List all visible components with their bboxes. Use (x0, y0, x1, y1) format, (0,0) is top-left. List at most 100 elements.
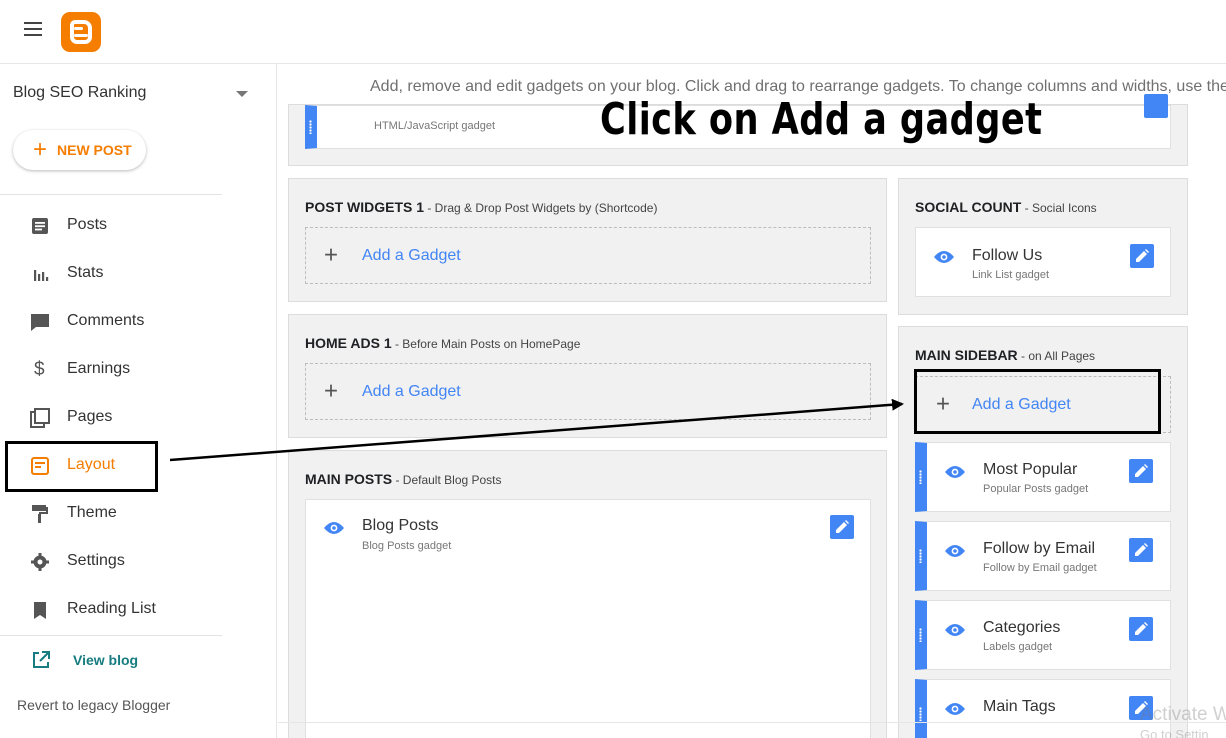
divider (0, 635, 222, 636)
add-gadget-label: Add a Gadget (362, 382, 461, 400)
add-gadget-button[interactable]: + Add a Gadget (305, 227, 871, 284)
blog-selector[interactable]: Blog SEO Ranking (13, 84, 253, 104)
gadget-title: Follow by Email (983, 540, 1096, 557)
section-title-text: HOME ADS 1 (305, 335, 392, 351)
most-popular-gadget[interactable]: Most Popular Popular Posts gadget (915, 442, 1171, 512)
plus-icon: + (324, 240, 339, 268)
sidebar-item-label: Earnings (67, 360, 131, 377)
drag-handle-icon[interactable] (919, 707, 922, 721)
activation-watermark: Activate W (1140, 704, 1226, 725)
gadget-title: Blog Posts (362, 517, 439, 534)
eye-icon[interactable] (933, 250, 955, 264)
eye-icon[interactable] (944, 465, 966, 479)
main-tags-gadget[interactable]: Main Tags (915, 679, 1171, 738)
activation-watermark-sub: Go to Settin (1140, 727, 1209, 738)
blog-posts-gadget[interactable]: Blog Posts Blog Posts gadget (305, 499, 871, 738)
edit-icon[interactable] (1130, 244, 1154, 268)
new-post-label: NEW POST (57, 142, 132, 158)
add-gadget-label: Add a Gadget (362, 246, 461, 264)
edit-icon[interactable] (1144, 94, 1168, 118)
section-title: SOCIAL COUNT - Social Icons (915, 199, 1097, 215)
gadget-subtitle: Popular Posts gadget (983, 483, 1089, 495)
gadget-subtitle: Follow by Email gadget (983, 562, 1097, 574)
view-blog-label: View blog (73, 652, 139, 668)
sidebar: Blog SEO Ranking + NEW POST Posts Stats … (0, 64, 277, 738)
add-gadget-label: Add a Gadget (972, 395, 1071, 413)
edit-icon[interactable] (1129, 617, 1153, 641)
plus-icon: + (324, 376, 339, 404)
sidebar-item-posts[interactable]: Posts (0, 206, 222, 246)
plus-icon: + (936, 389, 951, 417)
drag-handle-icon[interactable] (309, 120, 312, 134)
section-home-ads: HOME ADS 1 - Before Main Posts on HomePa… (288, 314, 887, 438)
blog-name: Blog SEO Ranking (13, 84, 147, 101)
section-title-text: POST WIDGETS 1 (305, 199, 425, 215)
pages-icon (30, 408, 50, 428)
eye-icon[interactable] (944, 623, 966, 637)
sidebar-item-stats[interactable]: Stats (0, 254, 222, 294)
new-post-button[interactable]: + NEW POST (13, 130, 146, 170)
comments-icon (31, 314, 49, 331)
gadget-subtitle: Blog Posts gadget (362, 540, 452, 552)
blogger-logo-icon[interactable] (61, 12, 101, 52)
add-gadget-button[interactable]: + Add a Gadget (305, 363, 871, 420)
sidebar-item-pages[interactable]: Pages (0, 398, 222, 438)
settings-icon (31, 553, 49, 571)
eye-icon[interactable] (944, 702, 966, 716)
edit-icon[interactable] (830, 515, 854, 539)
sidebar-item-theme[interactable]: Theme (0, 494, 222, 534)
sidebar-item-label: Stats (67, 264, 104, 281)
drag-handle-icon[interactable] (919, 628, 922, 642)
theme-icon (32, 505, 48, 523)
divider (278, 722, 1226, 723)
section-title: MAIN SIDEBAR - on All Pages (915, 347, 1095, 363)
annotation-text: Click on Add a gadget (600, 94, 1043, 145)
view-blog-link[interactable]: View blog (0, 647, 222, 677)
sidebar-item-reading-list[interactable]: Reading List (0, 590, 222, 630)
section-title: MAIN POSTS - Default Blog Posts (305, 471, 502, 487)
section-main-sidebar: MAIN SIDEBAR - on All Pages + Add a Gadg… (898, 326, 1188, 738)
edit-icon[interactable] (1129, 459, 1153, 483)
drag-handle-icon[interactable] (919, 549, 922, 563)
sidebar-item-comments[interactable]: Comments (0, 302, 222, 342)
add-gadget-button[interactable]: + Add a Gadget (915, 376, 1171, 433)
bookmark-icon (34, 602, 46, 619)
section-title-text: MAIN SIDEBAR (915, 347, 1018, 363)
layout-editor: Add, remove and edit gadgets on your blo… (278, 64, 1226, 738)
section-title: POST WIDGETS 1 - Drag & Drop Post Widget… (305, 199, 657, 215)
gadget-subtitle: HTML/JavaScript gadget (374, 120, 496, 132)
follow-us-gadget[interactable]: Follow Us Link List gadget (915, 227, 1171, 297)
section-main-posts: MAIN POSTS - Default Blog Posts Blog Pos… (288, 450, 887, 738)
eye-icon[interactable] (323, 521, 345, 535)
hamburger-menu-icon[interactable] (24, 22, 42, 36)
section-social-count: SOCIAL COUNT - Social Icons Follow Us Li… (898, 178, 1188, 315)
section-subtitle: - Before Main Posts on HomePage (391, 337, 581, 351)
gadget-title: Categories (983, 619, 1061, 636)
gadget-title: Main Tags (983, 698, 1056, 715)
drag-handle-icon[interactable] (919, 470, 922, 484)
sidebar-item-settings[interactable]: Settings (0, 542, 222, 582)
section-subtitle: - Drag & Drop Post Widgets by (Shortcode… (424, 201, 658, 215)
gadget-subtitle: Labels gadget (983, 641, 1053, 653)
categories-gadget[interactable]: Categories Labels gadget (915, 600, 1171, 670)
section-subtitle: - Social Icons (1021, 201, 1097, 215)
plus-icon: + (33, 136, 48, 163)
sidebar-item-earnings[interactable]: $ Earnings (0, 350, 222, 390)
sidebar-item-label: Posts (67, 216, 108, 233)
section-post-widgets: POST WIDGETS 1 - Drag & Drop Post Widget… (288, 178, 887, 302)
section-title-text: SOCIAL COUNT (915, 199, 1022, 215)
divider (0, 194, 222, 195)
sidebar-item-label: Pages (67, 408, 113, 425)
external-link-icon (33, 651, 50, 668)
follow-by-email-gadget[interactable]: Follow by Email Follow by Email gadget (915, 521, 1171, 591)
section-subtitle: - Default Blog Posts (392, 473, 502, 487)
revert-legacy-link[interactable]: Revert to legacy Blogger (17, 697, 170, 713)
eye-icon[interactable] (944, 544, 966, 558)
caret-down-icon (236, 91, 248, 97)
sidebar-item-label: Reading List (67, 600, 156, 617)
gadget-title: Most Popular (983, 461, 1078, 478)
edit-icon[interactable] (1129, 538, 1153, 562)
top-bar (0, 0, 1226, 64)
section-title-text: MAIN POSTS (305, 471, 393, 487)
layout-highlight-box (5, 441, 158, 492)
